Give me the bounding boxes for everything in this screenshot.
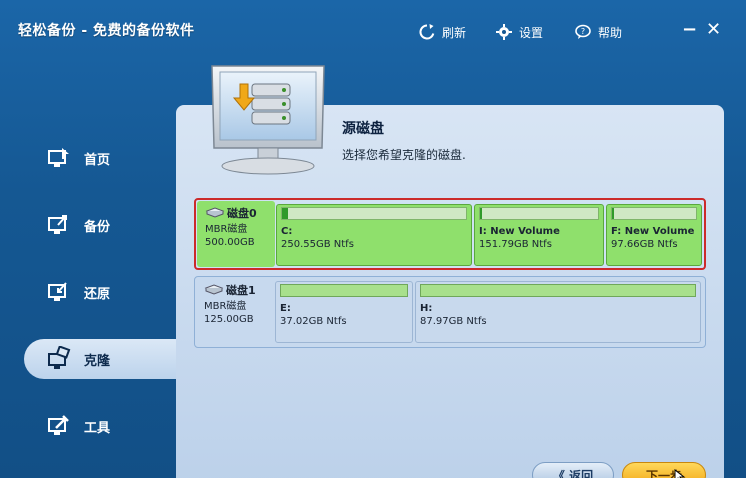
disk-row-0[interactable]: 磁盘0 MBR磁盘 500.00GB C: 250.55GB Ntfs I: N… bbox=[194, 198, 706, 270]
disk-name: 磁盘1 bbox=[226, 284, 256, 297]
usage-bar bbox=[280, 284, 408, 297]
partition-i[interactable]: I: New Volume 151.79GB Ntfs bbox=[474, 204, 604, 266]
disk-name: 磁盘0 bbox=[227, 207, 257, 220]
sidebar-item-label: 备份 bbox=[84, 219, 111, 235]
usage-fill bbox=[282, 208, 288, 219]
tools-icon bbox=[46, 413, 72, 439]
partition-size: 87.97GB Ntfs bbox=[420, 316, 487, 327]
restore-icon bbox=[46, 279, 72, 305]
partition-size: 151.79GB Ntfs bbox=[479, 239, 552, 250]
partition-h[interactable]: H: 87.97GB Ntfs bbox=[415, 281, 701, 343]
sidebar-item-tools[interactable]: 工具 bbox=[24, 406, 176, 446]
sidebar-item-backup[interactable]: 备份 bbox=[24, 205, 176, 245]
disk-name-row: 磁盘0 bbox=[205, 205, 275, 221]
next-button[interactable]: 下一步 bbox=[622, 462, 706, 478]
help-icon: ? bbox=[574, 23, 592, 41]
refresh-label: 刷新 bbox=[442, 25, 467, 40]
usage-fill bbox=[612, 208, 614, 219]
page-title: 源磁盘 bbox=[342, 121, 384, 137]
mouse-cursor-icon bbox=[674, 468, 686, 478]
disk-info: 磁盘1 MBR磁盘 125.00GB bbox=[196, 278, 274, 344]
disk-type: MBR磁盘 bbox=[204, 301, 247, 312]
gear-icon bbox=[495, 23, 513, 41]
backup-icon bbox=[46, 212, 72, 238]
sidebar-item-label: 工具 bbox=[84, 420, 111, 436]
home-icon bbox=[46, 145, 72, 171]
minimize-button[interactable]: − bbox=[682, 20, 697, 40]
disk-info: 磁盘0 MBR磁盘 500.00GB bbox=[197, 201, 275, 267]
settings-label: 设置 bbox=[519, 25, 544, 40]
partition-letter: I: New Volume bbox=[479, 226, 560, 237]
partition-size: 37.02GB Ntfs bbox=[280, 316, 347, 327]
disk-type: MBR磁盘 bbox=[205, 224, 248, 235]
refresh-icon bbox=[418, 23, 436, 41]
disk-row-1[interactable]: 磁盘1 MBR磁盘 125.00GB E: 37.02GB Ntfs H: 87… bbox=[194, 276, 706, 348]
usage-bar bbox=[611, 207, 697, 220]
partition-letter: E: bbox=[280, 303, 291, 314]
partition-f[interactable]: F: New Volume 97.66GB Ntfs bbox=[606, 204, 702, 266]
help-button[interactable]: ? 帮助 bbox=[574, 22, 622, 42]
close-button[interactable]: ✕ bbox=[706, 20, 721, 40]
sidebar-item-restore[interactable]: 还原 bbox=[24, 272, 176, 312]
app-window: 轻松备份 - 免费的备份软件 刷新 设置 ? 帮助 − ✕ 首页 备份 还原 克… bbox=[0, 0, 746, 478]
hard-disk-icon bbox=[205, 207, 225, 219]
sidebar-item-label: 还原 bbox=[84, 286, 111, 302]
disk-size: 500.00GB bbox=[205, 237, 255, 248]
refresh-button[interactable]: 刷新 bbox=[418, 22, 466, 42]
monitor-disk-icon bbox=[204, 62, 332, 178]
sidebar-item-home[interactable]: 首页 bbox=[24, 138, 176, 178]
partition-size: 250.55GB Ntfs bbox=[281, 239, 354, 250]
sidebar-item-label: 首页 bbox=[84, 152, 111, 168]
back-button[interactable]: 《 返回 bbox=[532, 462, 614, 478]
svg-text:?: ? bbox=[581, 27, 585, 36]
usage-fill bbox=[480, 208, 483, 219]
usage-bar bbox=[479, 207, 599, 220]
disk-name-row: 磁盘1 bbox=[204, 282, 274, 298]
hard-disk-icon bbox=[204, 284, 224, 296]
partition-letter: H: bbox=[420, 303, 433, 314]
sidebar-item-label: 克隆 bbox=[84, 353, 111, 369]
partition-letter: C: bbox=[281, 226, 293, 237]
usage-bar bbox=[420, 284, 696, 297]
usage-bar bbox=[281, 207, 467, 220]
title-bar: 轻松备份 - 免费的备份软件 刷新 设置 ? 帮助 − ✕ bbox=[0, 0, 746, 62]
disk-size: 125.00GB bbox=[204, 314, 254, 325]
settings-button[interactable]: 设置 bbox=[495, 22, 543, 42]
partition-e[interactable]: E: 37.02GB Ntfs bbox=[275, 281, 413, 343]
partition-size: 97.66GB Ntfs bbox=[611, 239, 678, 250]
partition-c[interactable]: C: 250.55GB Ntfs bbox=[276, 204, 472, 266]
help-label: 帮助 bbox=[598, 25, 623, 40]
app-title: 轻松备份 - 免费的备份软件 bbox=[18, 23, 195, 39]
clone-icon bbox=[46, 346, 72, 372]
page-subtitle: 选择您希望克隆的磁盘. bbox=[342, 148, 466, 162]
sidebar-item-clone[interactable]: 克隆 bbox=[24, 339, 176, 379]
partition-letter: F: New Volume bbox=[611, 226, 695, 237]
